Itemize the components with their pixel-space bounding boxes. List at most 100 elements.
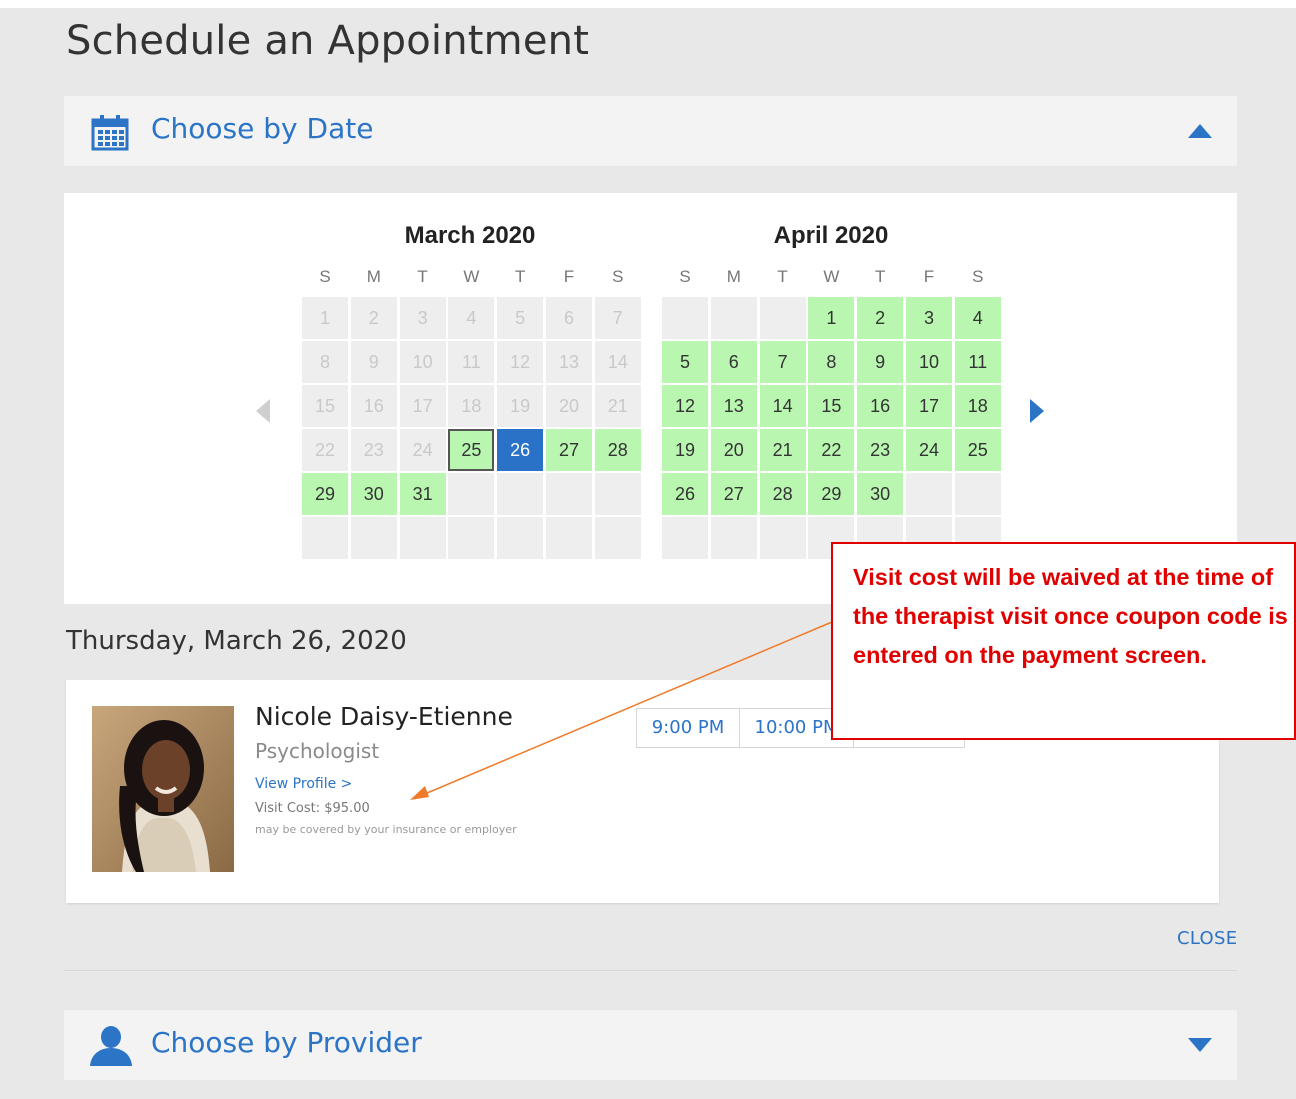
visit-cost: Visit Cost: $95.00 xyxy=(255,801,370,816)
calendar-day[interactable]: 27 xyxy=(546,429,592,471)
calendar-day[interactable]: 3 xyxy=(906,297,952,339)
calendar-day[interactable]: 21 xyxy=(759,429,806,471)
calendar-day[interactable]: 30 xyxy=(350,473,397,515)
calendar-day[interactable]: 31 xyxy=(399,473,446,515)
calendar-day: 17 xyxy=(399,385,446,427)
calendar-day: 10 xyxy=(399,341,446,383)
calendar-day[interactable]: 1 xyxy=(808,297,855,339)
weekday-label: S xyxy=(972,267,984,286)
weekday-label: T xyxy=(874,267,886,286)
close-button[interactable]: CLOSE xyxy=(1177,928,1237,949)
calendar-empty-cell xyxy=(710,297,757,339)
choose-by-date-header[interactable]: Choose by Date xyxy=(64,96,1237,166)
calendar-empty-cell xyxy=(497,517,544,559)
calendar-day[interactable]: 29 xyxy=(302,473,348,515)
calendar-icon xyxy=(91,115,129,151)
next-month-arrow-icon[interactable] xyxy=(1030,399,1044,423)
calendar-day[interactable]: 16 xyxy=(857,385,904,427)
calendar-empty-cell xyxy=(594,473,641,515)
calendar-day: 11 xyxy=(448,341,495,383)
prev-month-arrow-icon[interactable] xyxy=(256,399,270,423)
weekday-label: W xyxy=(823,267,840,286)
calendar-day[interactable]: 26 xyxy=(662,473,708,515)
calendar-day[interactable]: 26 xyxy=(497,429,544,471)
weekday-label: F xyxy=(563,267,575,286)
weekday-label: W xyxy=(463,267,480,286)
calendar-day[interactable]: 8 xyxy=(808,341,855,383)
calendar-empty-cell xyxy=(954,473,1001,515)
calendar-day[interactable]: 17 xyxy=(906,385,952,427)
calendar-empty-cell xyxy=(759,297,806,339)
calendar-day: 6 xyxy=(546,297,592,339)
divider xyxy=(64,970,1237,971)
calendar-day[interactable]: 28 xyxy=(759,473,806,515)
calendar-day[interactable]: 28 xyxy=(594,429,641,471)
calendar-day: 14 xyxy=(594,341,641,383)
calendar-day: 23 xyxy=(350,429,397,471)
calendar-day[interactable]: 5 xyxy=(662,341,708,383)
calendar-day: 15 xyxy=(302,385,348,427)
calendar-empty-cell xyxy=(594,517,641,559)
choose-by-date-title: Choose by Date xyxy=(151,112,374,145)
weekday-label: M xyxy=(726,267,741,286)
calendar-day[interactable]: 9 xyxy=(857,341,904,383)
calendar-day[interactable]: 27 xyxy=(710,473,757,515)
calendar-empty-cell xyxy=(759,517,806,559)
calendar-day[interactable]: 15 xyxy=(808,385,855,427)
calendar-day: 21 xyxy=(594,385,641,427)
calendar-day[interactable]: 10 xyxy=(906,341,952,383)
calendar-empty-cell xyxy=(662,297,708,339)
calendar-day[interactable]: 14 xyxy=(759,385,806,427)
calendar-day[interactable]: 25 xyxy=(448,429,495,471)
selected-date-heading: Thursday, March 26, 2020 xyxy=(66,626,407,656)
calendar-day: 16 xyxy=(350,385,397,427)
caret-down-icon[interactable] xyxy=(1188,1038,1212,1052)
calendar-day[interactable]: 29 xyxy=(808,473,855,515)
coverage-note: may be covered by your insurance or empl… xyxy=(255,823,517,836)
calendar-empty-cell xyxy=(399,517,446,559)
calendar-day: 9 xyxy=(350,341,397,383)
calendar-day: 24 xyxy=(399,429,446,471)
calendar-day: 3 xyxy=(399,297,446,339)
calendar-day: 2 xyxy=(350,297,397,339)
calendar-empty-cell xyxy=(906,473,952,515)
weekday-label: S xyxy=(612,267,624,286)
calendar-day: 4 xyxy=(448,297,495,339)
calendar-day[interactable]: 25 xyxy=(954,429,1001,471)
view-profile-link[interactable]: View Profile > xyxy=(255,776,352,792)
weekday-label: T xyxy=(417,267,428,286)
calendar-day[interactable]: 7 xyxy=(759,341,806,383)
calendar-day[interactable]: 11 xyxy=(954,341,1001,383)
app-canvas: Schedule an Appointment Choose by Date M… xyxy=(0,8,1296,1099)
month-title: March 2020 xyxy=(404,222,536,249)
calendar-empty-cell xyxy=(302,517,348,559)
calendar-day[interactable]: 4 xyxy=(954,297,1001,339)
calendar-day[interactable]: 23 xyxy=(857,429,904,471)
calendar-day[interactable]: 6 xyxy=(710,341,757,383)
annotation-callout: Visit cost will be waived at the time of… xyxy=(831,542,1296,740)
calendar-day[interactable]: 22 xyxy=(808,429,855,471)
calendar-day[interactable]: 19 xyxy=(662,429,708,471)
weekday-label: F xyxy=(923,267,935,286)
weekday-label: T xyxy=(514,267,526,286)
calendar-empty-cell xyxy=(546,473,592,515)
weekday-label: S xyxy=(319,267,331,286)
month-title: April 2020 xyxy=(773,222,889,249)
time-slot-button[interactable]: 9:00 PM xyxy=(637,709,740,747)
calendar-empty-cell xyxy=(497,473,544,515)
calendar-day[interactable]: 18 xyxy=(954,385,1001,427)
weekday-label: M xyxy=(366,267,381,286)
calendar-day: 20 xyxy=(546,385,592,427)
provider-role: Psychologist xyxy=(255,739,380,763)
calendar-empty-cell xyxy=(662,517,708,559)
calendar-day[interactable]: 24 xyxy=(906,429,952,471)
calendar-day[interactable]: 30 xyxy=(857,473,904,515)
calendar-day[interactable]: 2 xyxy=(857,297,904,339)
choose-by-provider-header[interactable]: Choose by Provider xyxy=(64,1010,1237,1080)
calendar-day[interactable]: 20 xyxy=(710,429,757,471)
weekday-label: T xyxy=(777,267,788,286)
calendar-day: 7 xyxy=(594,297,641,339)
calendar-day[interactable]: 12 xyxy=(662,385,708,427)
caret-up-icon[interactable] xyxy=(1188,124,1212,138)
calendar-day[interactable]: 13 xyxy=(710,385,757,427)
